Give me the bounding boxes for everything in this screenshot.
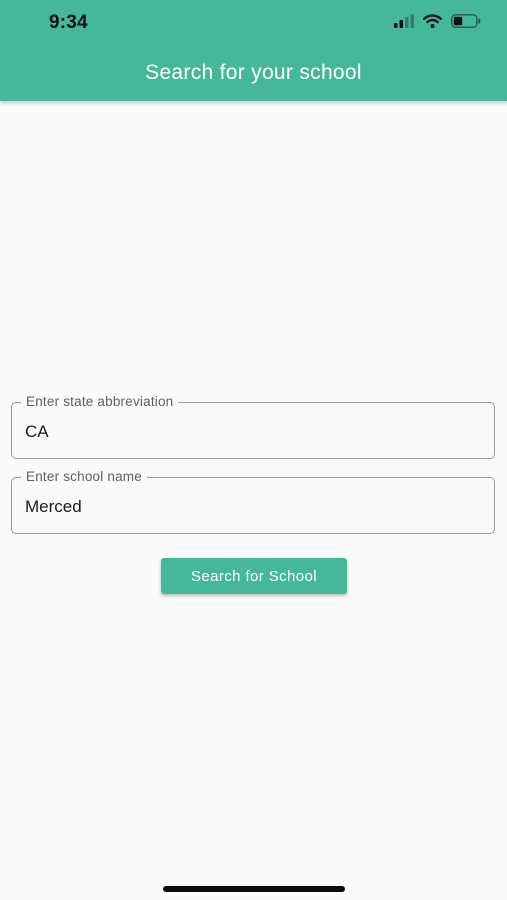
search-for-school-button[interactable]: Search for School [161, 558, 347, 594]
battery-icon [451, 14, 481, 28]
home-indicator[interactable] [163, 886, 345, 892]
cellular-signal-icon [394, 14, 414, 28]
status-time: 9:34 [49, 12, 88, 33]
app-bar: 9:34 Search for your school [0, 0, 507, 101]
state-abbreviation-input[interactable] [25, 403, 480, 459]
page-title: Search for your school [145, 61, 362, 84]
status-icons [394, 14, 481, 28]
school-name-input[interactable] [25, 478, 480, 534]
school-name-field[interactable]: Enter school name [11, 469, 495, 534]
wifi-icon [423, 14, 442, 28]
state-abbreviation-field[interactable]: Enter state abbreviation [11, 394, 495, 459]
